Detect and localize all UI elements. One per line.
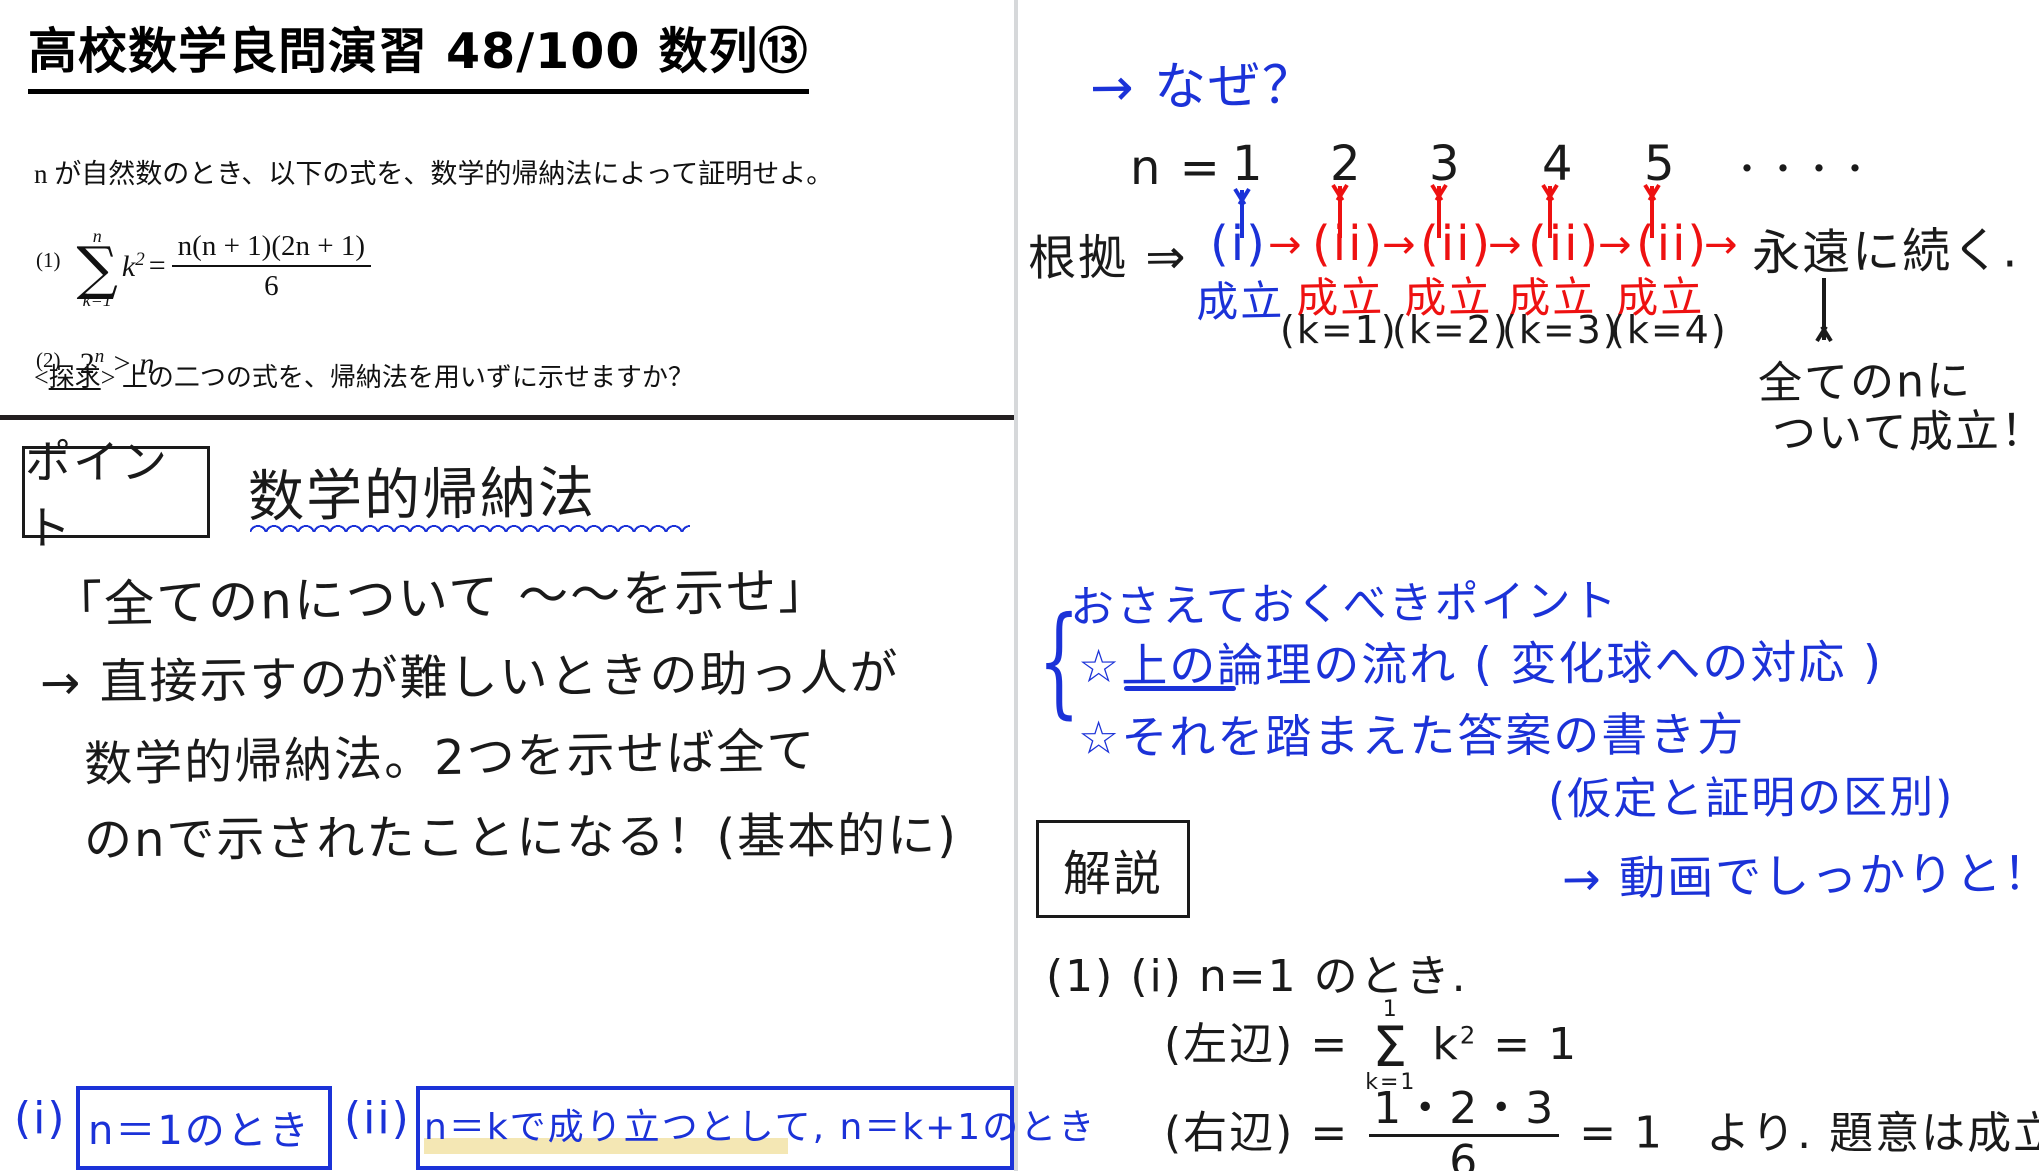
page-title: 高校数学良問演習 48/100 数列⑬ — [28, 12, 809, 94]
solution-label-box: 解説 — [1036, 820, 1190, 918]
solution-rhs-line: (右辺) = 1・2・3 6 = 1 より. 題意は成立. — [1164, 1083, 2039, 1171]
solution-lhs-line: (左辺) = 1 Σ k=1 k2 = 1 — [1164, 999, 1579, 1094]
chain-arrow-2-icon: → — [1382, 222, 1418, 268]
point-heading-underline — [250, 524, 690, 532]
chain-arrow-3-icon: → — [1488, 222, 1524, 268]
point-body-line-1: → 直接示すのが難しいときの助っ人が — [39, 644, 900, 712]
lhs-result: = 1 — [1493, 1019, 1579, 1071]
vertical-panel-divider — [1014, 0, 1018, 1171]
equation-1-fraction: n(n + 1)(2n + 1) 6 — [171, 229, 371, 303]
lhs-summation-symbol: 1 Σ k=1 — [1365, 999, 1416, 1094]
chain-tail-text: 永遠に続く. — [1751, 222, 2020, 282]
point-heading: 数学的帰納法 — [247, 460, 597, 531]
k-label-4: (k=4) — [1610, 308, 1728, 352]
n-ellipsis: ・・・・ — [1730, 150, 1874, 190]
equation-1-numerator: n(n + 1)(2n + 1) — [177, 229, 365, 262]
key-point-1-underline — [1124, 686, 1236, 691]
problem-lead-text: n が自然数のとき、以下の式を、数学的帰納法によって証明せよ。 — [34, 159, 834, 189]
equation-1-summand: k2 — [121, 248, 145, 283]
lhs-label: (左辺) — [1164, 1019, 1295, 1071]
chain-item-1: (i) — [1210, 216, 1267, 272]
why-label: → なぜ？ — [1089, 55, 1317, 119]
sigma-glyph: ∑ — [76, 234, 118, 302]
solution-problem-number: (1) — [1046, 951, 1115, 1002]
solution-case-text: n=1 のとき. — [1198, 951, 1468, 1002]
basis-label: 根拠 ⇒ — [1027, 229, 1188, 287]
key-point-2-text: それを踏まえた答案の書き方 — [1121, 707, 1746, 765]
horizontal-section-divider — [0, 415, 1014, 420]
conclusion-line-2: ついて成立！ — [1771, 405, 2039, 460]
point-body-line-2: 数学的帰納法。2つを示せば全て — [83, 722, 818, 794]
equation-1-label: (1) — [36, 247, 61, 272]
equation-1-denominator: 6 — [264, 270, 279, 303]
key-points-heading: おさえておくべきポイント — [1069, 575, 1619, 634]
explore-tag: <探求> — [34, 363, 116, 392]
n-value-5: 5 — [1644, 136, 1677, 192]
key-point-2-star-icon: ☆ — [1077, 710, 1122, 765]
video-note: → 動画でしっかりと！ — [1561, 846, 2039, 906]
conclusion-down-arrow-icon — [1822, 278, 1826, 340]
key-points-brace-icon: { — [1038, 592, 1080, 731]
step-2-marker: (ii) — [344, 1093, 411, 1144]
key-point-1-star-icon: ☆ — [1077, 638, 1122, 694]
point-body-line-3: のnで示されたことになる！(基本的に) — [83, 807, 959, 869]
step-1-marker: (i) — [14, 1093, 67, 1144]
holds-label-1: 成立 — [1195, 276, 1285, 327]
rhs-result: = 1 — [1579, 1107, 1665, 1159]
k-label-1: (k=1) — [1280, 308, 1398, 352]
explore-text: 上の二つの式を、帰納法を用いずに示せますか？ — [121, 363, 694, 392]
rhs-denominator: 6 — [1449, 1136, 1480, 1171]
lecture-slide: 高校数学良問演習 48/100 数列⑬ n が自然数のとき、以下の式を、数学的帰… — [0, 0, 2039, 1171]
summation-symbol: n ∑ k=1 — [77, 227, 118, 309]
rhs-equals: = — [1310, 1107, 1350, 1159]
rhs-numerator: 1・2・3 — [1373, 1083, 1556, 1134]
lhs-summand: k2 — [1432, 1019, 1478, 1071]
key-point-2-sub: (仮定と証明の区別) — [1547, 771, 1955, 826]
explore-tag-word: 探求 — [48, 363, 101, 392]
k-label-3: (k=3) — [1502, 308, 1620, 352]
n-value-4: 4 — [1542, 136, 1575, 192]
chain-arrow-5-icon: → — [1704, 222, 1740, 268]
equation-1-equals: = — [148, 249, 166, 283]
point-quote-line: 「全てのnについて 〜〜を示せ」 — [51, 561, 831, 635]
problem-equation-1: (1) n ∑ k=1 k2 = n(n + 1)(2n + 1) 6 — [36, 225, 373, 309]
step-1-text: n＝1のとき — [88, 1108, 311, 1154]
chain-arrow-1-icon: → — [1268, 222, 1304, 268]
rhs-fraction: 1・2・3 6 — [1369, 1083, 1560, 1171]
solution-line-1: (1) (i) n=1 のとき. — [1046, 940, 1468, 1004]
point-label-text: ポイント — [25, 435, 169, 555]
key-point-2: ☆それを踏まえた答案の書き方 — [1078, 698, 1746, 767]
solution-case-marker: (i) — [1130, 951, 1183, 1002]
summation-lower-limit: k=1 — [82, 290, 112, 311]
lhs-equals: = — [1310, 1019, 1350, 1071]
solution-conclusion: より. 題意は成立. — [1706, 1107, 2039, 1159]
n-value-1: 1 — [1232, 136, 1265, 192]
lhs-sigma-glyph: Σ — [1372, 1014, 1410, 1079]
solution-label-text: 解説 — [1062, 846, 1163, 902]
chain-arrow-4-icon: → — [1598, 222, 1634, 268]
fraction-bar — [171, 265, 371, 268]
step-2-text: n＝kで成り立つとして, n＝k+1のとき — [424, 1107, 1097, 1148]
explore-note: <探求> 上の二つの式を、帰納法を用いずに示せますか？ — [34, 357, 694, 394]
key-point-1-text: 上の論理の流れ ( 変化球への対応 ) — [1121, 634, 1884, 693]
rhs-label: (右辺) — [1164, 1107, 1295, 1159]
point-label-box: ポイント — [22, 435, 210, 555]
n-sequence-label: n = — [1130, 140, 1222, 196]
k-label-2: (k=2) — [1392, 308, 1510, 352]
